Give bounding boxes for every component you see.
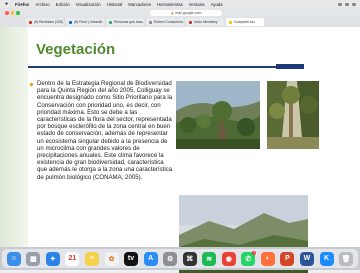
- bullet-icon: [29, 82, 34, 87]
- tab-label: Entrevi Consultoría...: [154, 20, 184, 24]
- menu-item-ventana[interactable]: Ventana: [189, 2, 205, 7]
- dock-area: ☺ ▦ ✦ 21 ≡ ✿ tv A ⚙ ⌘ ≋ ◉ ✆ 1 ◐ P W K 🗑: [0, 247, 360, 270]
- lock-icon: 🔒: [170, 11, 175, 15]
- slide-body-text: Dentro de la Estrategia Regional de Biod…: [37, 80, 173, 181]
- dock-item[interactable]: ◉: [221, 251, 236, 266]
- word-icon[interactable]: W: [299, 251, 314, 266]
- tab-favicon-icon: [29, 20, 32, 24]
- browser-tab[interactable]: Entrevi Consultoría...: [146, 18, 184, 26]
- safari-icon[interactable]: ✦: [45, 251, 60, 266]
- tab-favicon-icon: [229, 20, 232, 24]
- url-text: mail.google.com: [175, 11, 202, 15]
- dock-item[interactable]: ☺: [6, 251, 21, 266]
- chrome-icon[interactable]: ◉: [221, 251, 236, 266]
- menu-item-marcadores[interactable]: Marcadores: [128, 2, 151, 7]
- terminal-icon[interactable]: ⌘: [182, 251, 197, 266]
- dock-item[interactable]: ⚙: [163, 251, 178, 266]
- vegetation-photo-hillside: [176, 81, 260, 149]
- trash-icon[interactable]: 🗑: [339, 251, 354, 266]
- minimize-window-icon[interactable]: [10, 11, 14, 15]
- appstore-icon[interactable]: A: [143, 251, 158, 266]
- control-center-icon[interactable]: [352, 2, 356, 6]
- dock-item[interactable]: ≋: [202, 251, 217, 266]
- powerpoint-icon[interactable]: P: [280, 251, 295, 266]
- finder-icon[interactable]: ☺: [6, 251, 21, 266]
- dock-item[interactable]: W: [299, 251, 314, 266]
- settings-icon[interactable]: ⚙: [163, 251, 178, 266]
- menu-item-historial[interactable]: Historial: [107, 2, 123, 7]
- tab-favicon-icon: [69, 20, 72, 24]
- tab-strip: (6) Recibidos (105) - si... (8) Feed | Li…: [0, 17, 360, 27]
- tab-label: Personas que busc...: [114, 20, 144, 24]
- tab-favicon-icon: [189, 20, 192, 24]
- browser-tab[interactable]: Personas que busc...: [106, 18, 144, 26]
- zoom-window-icon[interactable]: [16, 11, 20, 15]
- title-underline-accent: [276, 64, 304, 69]
- presentation-slide: Vegetación Dentro de la Estrategia Regio…: [0, 27, 360, 273]
- battery-icon[interactable]: [345, 2, 349, 6]
- wifi-icon[interactable]: [338, 2, 342, 6]
- dock-item[interactable]: ◐: [260, 251, 275, 266]
- title-underline: [28, 66, 304, 68]
- firefox-icon[interactable]: ◐: [260, 251, 275, 266]
- tab-label: (6) Recibidos (105) - si...: [34, 20, 64, 24]
- menu-item-herramientas[interactable]: Herramientas: [157, 2, 183, 7]
- menu-item-ayuda[interactable]: Ayuda: [211, 2, 223, 7]
- tab-favicon-icon: [109, 20, 112, 24]
- spotify-icon[interactable]: ≋: [202, 251, 217, 266]
- menu-app-name[interactable]: Firefox: [15, 2, 29, 7]
- dock-item[interactable]: 🗑: [339, 251, 354, 266]
- dock-item[interactable]: A: [143, 251, 158, 266]
- tab-favicon-icon: [149, 20, 152, 24]
- dock-item[interactable]: K: [319, 251, 334, 266]
- menu-item-archivo[interactable]: Archivo: [35, 2, 49, 7]
- dock-item[interactable]: ✆ 1: [241, 250, 257, 266]
- window-controls: [5, 11, 20, 15]
- menu-bar: ● Firefox Archivo Edición Visualización …: [0, 0, 360, 8]
- browser-tab[interactable]: (6) Recibidos (105) - si...: [26, 18, 64, 26]
- browser-tab[interactable]: Inicio Mendeley: [186, 18, 224, 26]
- menu-item-edicion[interactable]: Edición: [56, 2, 70, 7]
- dock-item[interactable]: P: [280, 251, 295, 266]
- dock-item[interactable]: ≡: [84, 251, 99, 266]
- dock-item[interactable]: ⌘: [182, 251, 197, 266]
- dock-item[interactable]: ▦: [26, 251, 41, 266]
- calendar-icon[interactable]: 21: [65, 251, 80, 266]
- appletv-icon[interactable]: tv: [124, 251, 139, 266]
- browser-tab[interactable]: (8) Feed | LinkedIn: [66, 18, 104, 26]
- slide-title: Vegetación: [36, 41, 116, 58]
- apple-menu-icon[interactable]: ●: [5, 1, 9, 7]
- dock-item[interactable]: ✦: [45, 251, 60, 266]
- tab-label: Inicio Mendeley: [194, 20, 218, 24]
- dock-item[interactable]: ✿: [104, 251, 119, 266]
- status-icons: [338, 2, 356, 6]
- menu-item-visualizacion[interactable]: Visualización: [76, 2, 101, 7]
- dock-item[interactable]: tv: [124, 251, 139, 266]
- tab-label: Compartir tuu: [234, 20, 255, 24]
- keynote-icon[interactable]: K: [319, 251, 334, 266]
- photos-icon[interactable]: ✿: [104, 251, 119, 266]
- vegetation-photo-forest: [267, 81, 319, 149]
- address-bar[interactable]: 🔒mail.google.com: [150, 10, 222, 16]
- close-window-icon[interactable]: [5, 11, 9, 15]
- dock: ☺ ▦ ✦ 21 ≡ ✿ tv A ⚙ ⌘ ≋ ◉ ✆ 1 ◐ P W K 🗑: [2, 249, 358, 268]
- slide-side-band: [0, 27, 28, 247]
- browser-tab[interactable]: Compartir tuu: [226, 18, 264, 26]
- launchpad-icon[interactable]: ▦: [26, 251, 41, 266]
- tab-label: (8) Feed | LinkedIn: [74, 20, 103, 24]
- notification-badge: 1: [252, 250, 257, 255]
- notes-icon[interactable]: ≡: [84, 251, 99, 266]
- dock-item[interactable]: 21: [65, 251, 80, 266]
